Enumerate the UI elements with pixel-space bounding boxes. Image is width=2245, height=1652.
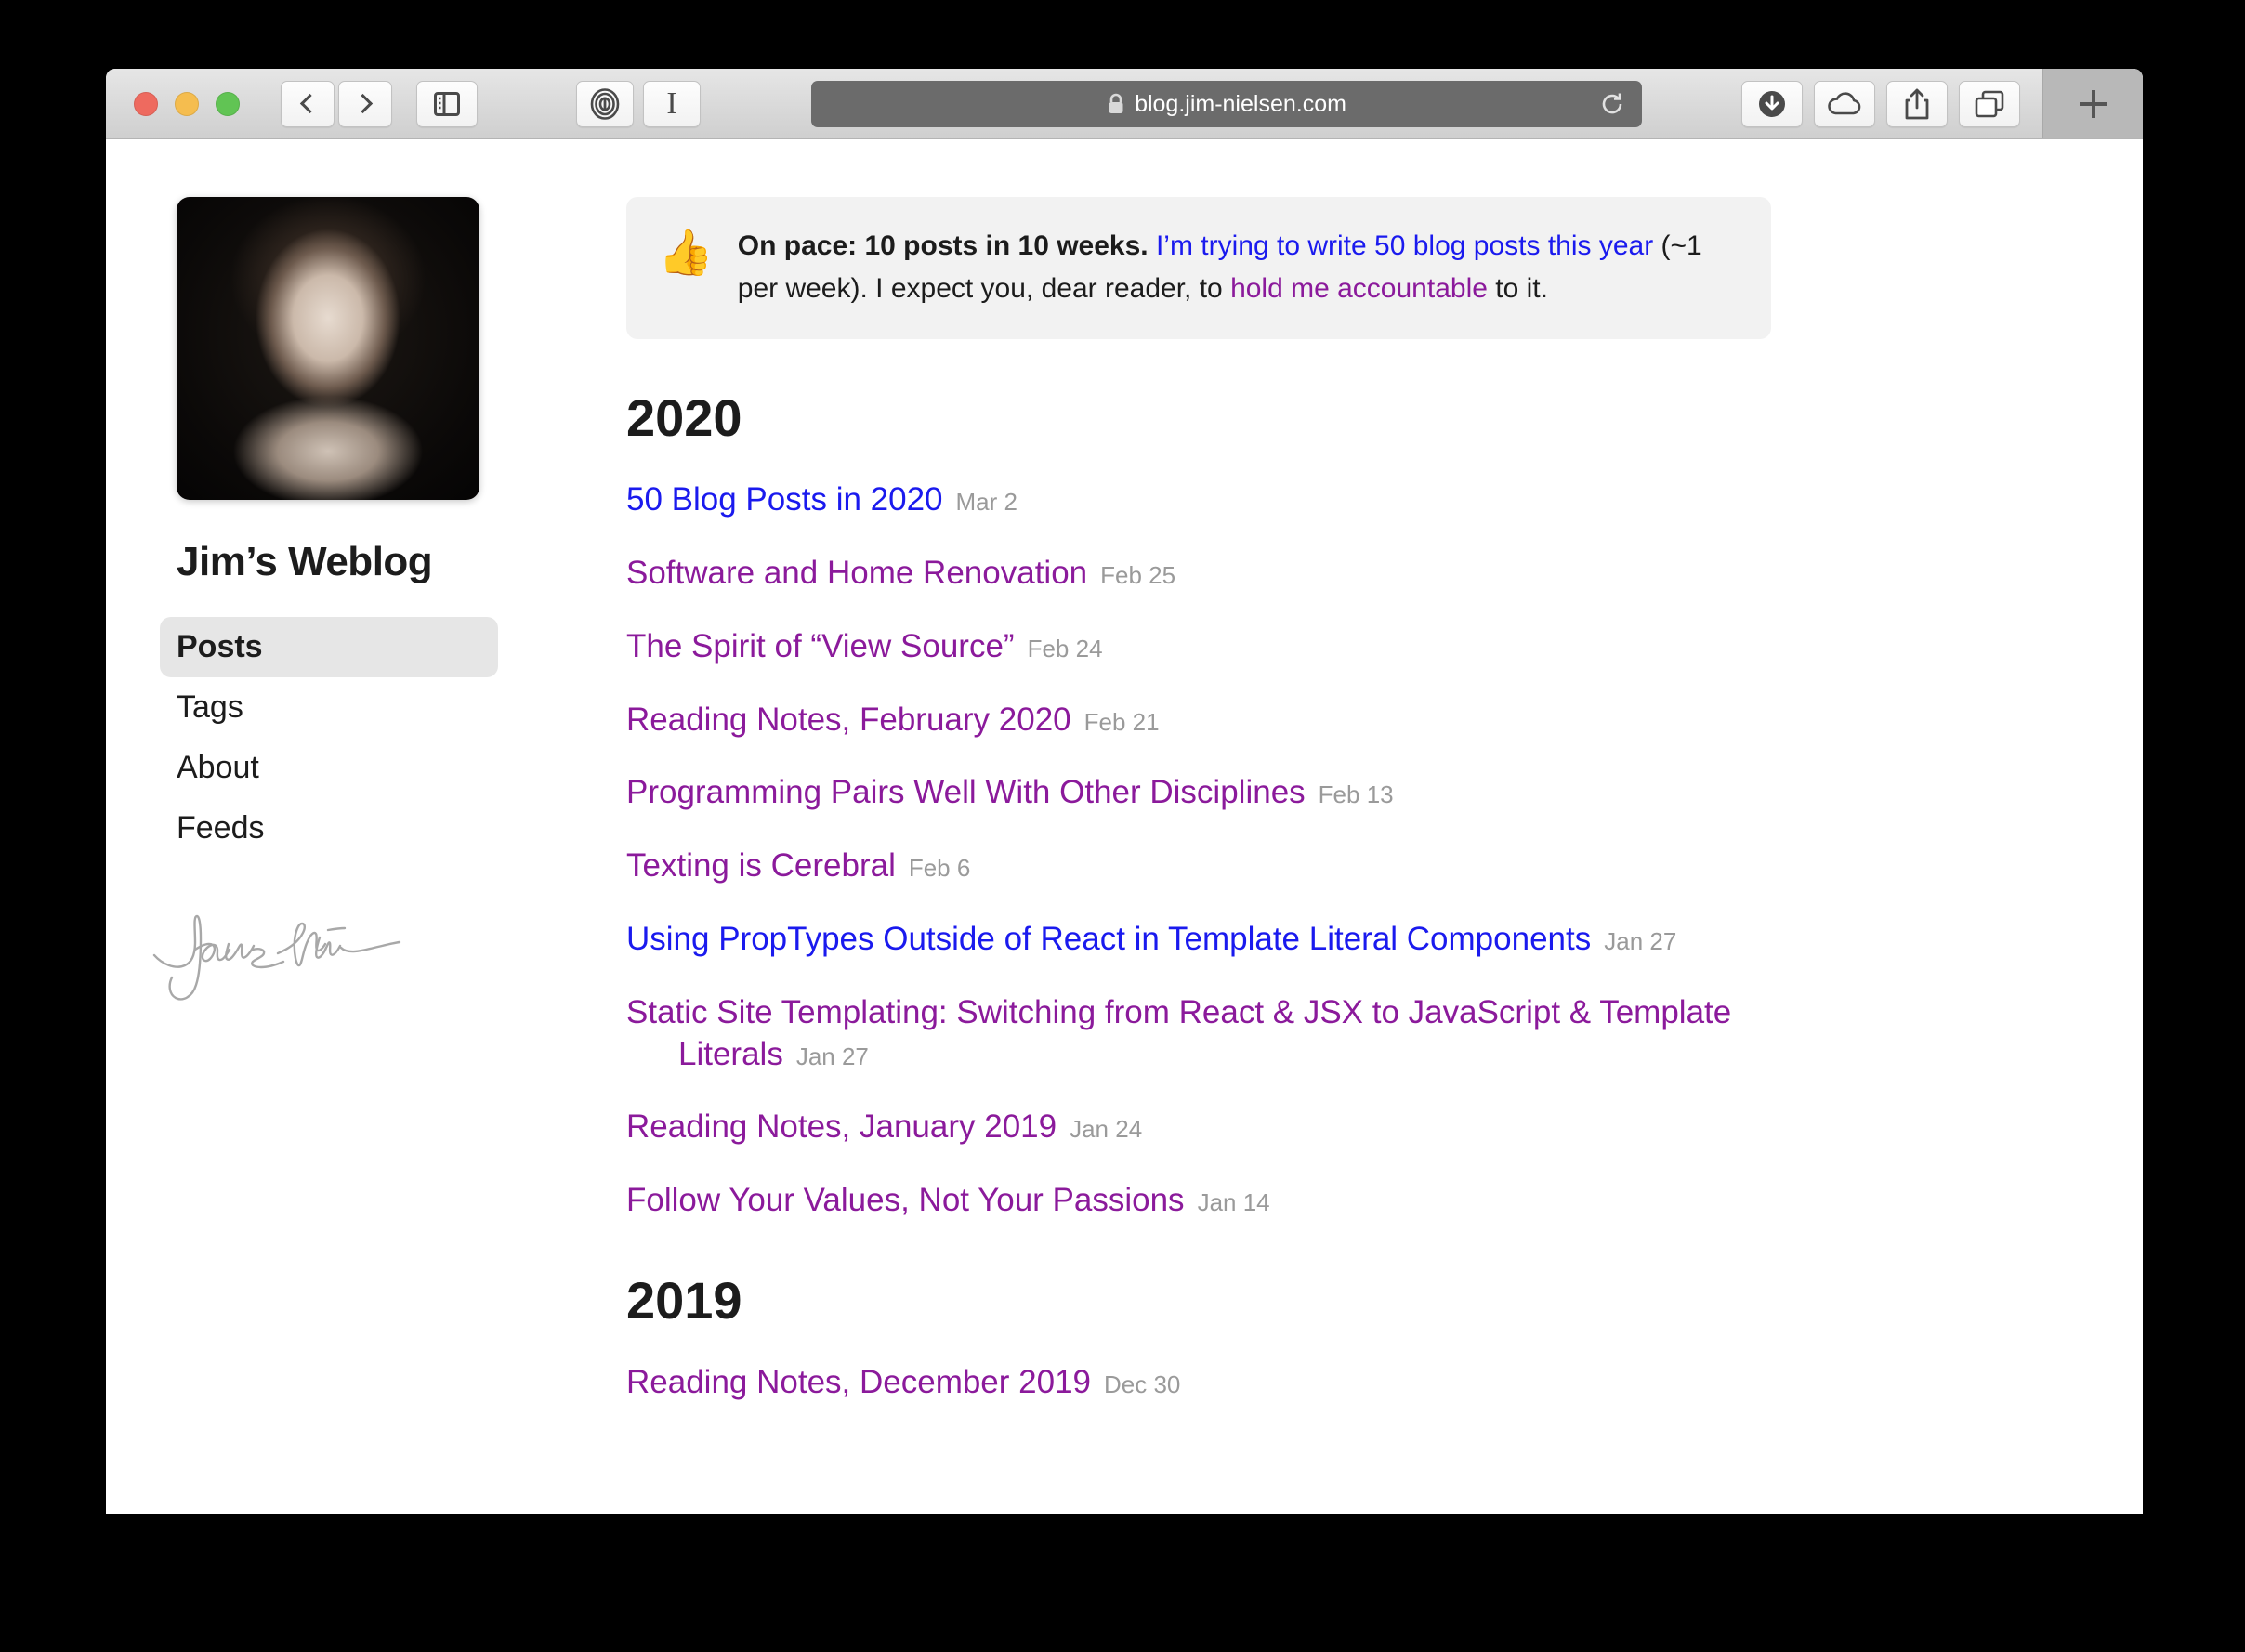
navigation-buttons: [281, 80, 392, 127]
post-date: Jan 27: [1604, 926, 1677, 955]
post-list-item: 50 Blog Posts in 2020 Mar 2: [626, 479, 1806, 521]
year-heading-2019: 2019: [626, 1270, 742, 1330]
post-title-link[interactable]: Using PropTypes Outside of React in Temp…: [626, 921, 1591, 957]
extension-buttons: I: [576, 80, 701, 127]
browser-window: I blog.jim-nielsen.com Jim’s Weblog Post…: [106, 69, 2143, 1514]
sidebar-item-label: Tags: [177, 689, 243, 725]
1password-icon: [590, 87, 620, 120]
post-title-link[interactable]: Follow Your Values, Not Your Passions: [626, 1182, 1185, 1218]
1password-extension-button[interactable]: [576, 80, 634, 127]
address-bar[interactable]: blog.jim-nielsen.com: [811, 81, 1642, 127]
year-heading-2020: 2020: [626, 388, 742, 448]
post-title-link[interactable]: Texting is Cerebral: [626, 847, 896, 884]
post-date: Feb 24: [1027, 634, 1103, 662]
webpage-content: Jim’s Weblog Posts Tags About Feeds 👍 On…: [106, 139, 2143, 1514]
thumbs-up-icon: 👍: [658, 229, 714, 278]
download-icon: [1759, 90, 1785, 117]
post-list-item: Texting is Cerebral Feb 6: [626, 846, 1806, 887]
site-sidebar: Jim’s Weblog Posts Tags About Feeds: [106, 197, 626, 1514]
reload-button[interactable]: [1599, 91, 1625, 117]
post-date: Jan 24: [1070, 1115, 1143, 1144]
post-date: Feb 6: [908, 854, 971, 883]
new-tab-button[interactable]: [2042, 69, 2143, 138]
post-list-item: Follow Your Values, Not Your Passions Jan…: [626, 1180, 1806, 1222]
instapaper-extension-button[interactable]: I: [643, 80, 701, 127]
forward-button[interactable]: [338, 80, 392, 127]
plus-icon: [2079, 89, 2107, 118]
toolbar-right-buttons: [1741, 80, 2020, 127]
site-title: Jim’s Weblog: [177, 539, 433, 584]
post-list-item: Software and Home Renovation Feb 25: [626, 553, 1806, 595]
back-button[interactable]: [281, 80, 335, 127]
post-date: Feb 13: [1318, 780, 1394, 809]
post-date: Feb 25: [1100, 560, 1176, 589]
sidebar-item-tags[interactable]: Tags: [177, 677, 626, 738]
post-date: Mar 2: [955, 488, 1017, 517]
post-title-link[interactable]: Reading Notes, February 2020: [626, 701, 1071, 738]
tab-overview-button[interactable]: [1959, 80, 2020, 127]
signature-image: [143, 898, 626, 1032]
sidebar-icon: [434, 91, 460, 116]
post-title-link[interactable]: 50 Blog Posts in 2020: [626, 481, 943, 518]
share-icon: [1905, 88, 1929, 119]
post-title-link[interactable]: Static Site Templating: Switching from R…: [626, 994, 1731, 1072]
chevron-left-icon: [299, 93, 321, 114]
close-window-button[interactable]: [134, 91, 158, 116]
post-list-item: Reading Notes, February 2020 Feb 21: [626, 700, 1806, 741]
site-navigation: Posts Tags About Feeds: [160, 617, 626, 859]
sidebar-item-feeds[interactable]: Feeds: [177, 798, 626, 859]
instapaper-label: I: [666, 85, 677, 121]
callout-bold-text: On pace: 10 posts in 10 weeks.: [737, 230, 1149, 261]
sidebar-item-about[interactable]: About: [177, 738, 626, 798]
post-title-link[interactable]: Reading Notes, January 2019: [626, 1108, 1057, 1145]
sidebar-item-label: About: [177, 750, 259, 785]
post-list-item: The Spirit of “View Source” Feb 24: [626, 626, 1806, 668]
tab-overview-icon: [1975, 90, 2004, 117]
post-list-item: Programming Pairs Well With Other Discip…: [626, 772, 1806, 814]
browser-toolbar: I blog.jim-nielsen.com: [106, 69, 2143, 139]
signature-icon: [152, 914, 401, 1001]
minimize-window-button[interactable]: [175, 91, 199, 116]
hold-me-accountable-link[interactable]: hold me accountable: [1230, 273, 1488, 304]
window-controls: [134, 91, 240, 116]
sidebar-item-posts[interactable]: Posts: [160, 617, 498, 677]
post-date: Feb 21: [1083, 707, 1160, 736]
main-content: 👍 On pace: 10 posts in 10 weeks. I’m try…: [626, 197, 2143, 1514]
post-date: Jan 27: [795, 1042, 869, 1070]
reload-icon: [1602, 93, 1622, 114]
post-title-link[interactable]: The Spirit of “View Source”: [626, 628, 1015, 664]
address-bar-url: blog.jim-nielsen.com: [1135, 90, 1346, 117]
post-title-link[interactable]: Software and Home Renovation: [626, 555, 1087, 591]
callout-text: On pace: 10 posts in 10 weeks. I’m tryin…: [738, 225, 1740, 309]
downloads-button[interactable]: [1741, 80, 1803, 127]
post-date: Dec 30: [1104, 1370, 1181, 1398]
cloud-icon: [1828, 91, 1861, 114]
lock-icon: [1107, 93, 1125, 115]
post-date: Jan 14: [1197, 1188, 1270, 1217]
icloud-tabs-button[interactable]: [1814, 80, 1875, 127]
avatar: [177, 197, 479, 500]
zoom-window-button[interactable]: [216, 91, 240, 116]
chevron-right-icon: [352, 93, 374, 114]
callout-end-text: to it.: [1487, 272, 1548, 304]
post-list-item: Reading Notes, January 2019 Jan 24: [626, 1107, 1806, 1148]
post-list-item: Using PropTypes Outside of React in Temp…: [626, 919, 1806, 961]
status-callout: 👍 On pace: 10 posts in 10 weeks. I’m try…: [626, 197, 1771, 340]
writing-goal-link[interactable]: I’m trying to write 50 blog posts this y…: [1156, 230, 1653, 261]
share-button[interactable]: [1886, 80, 1948, 127]
post-title-link[interactable]: Reading Notes, December 2019: [626, 1364, 1091, 1400]
sidebar-item-label: Posts: [177, 629, 263, 664]
sidebar-toggle-button[interactable]: [416, 80, 478, 127]
post-list-item: Static Site Templating: Switching from R…: [626, 992, 1806, 1076]
post-title-link[interactable]: Programming Pairs Well With Other Discip…: [626, 774, 1306, 810]
sidebar-item-label: Feeds: [177, 810, 265, 846]
post-list-item: Reading Notes, December 2019 Dec 30: [626, 1362, 1806, 1404]
